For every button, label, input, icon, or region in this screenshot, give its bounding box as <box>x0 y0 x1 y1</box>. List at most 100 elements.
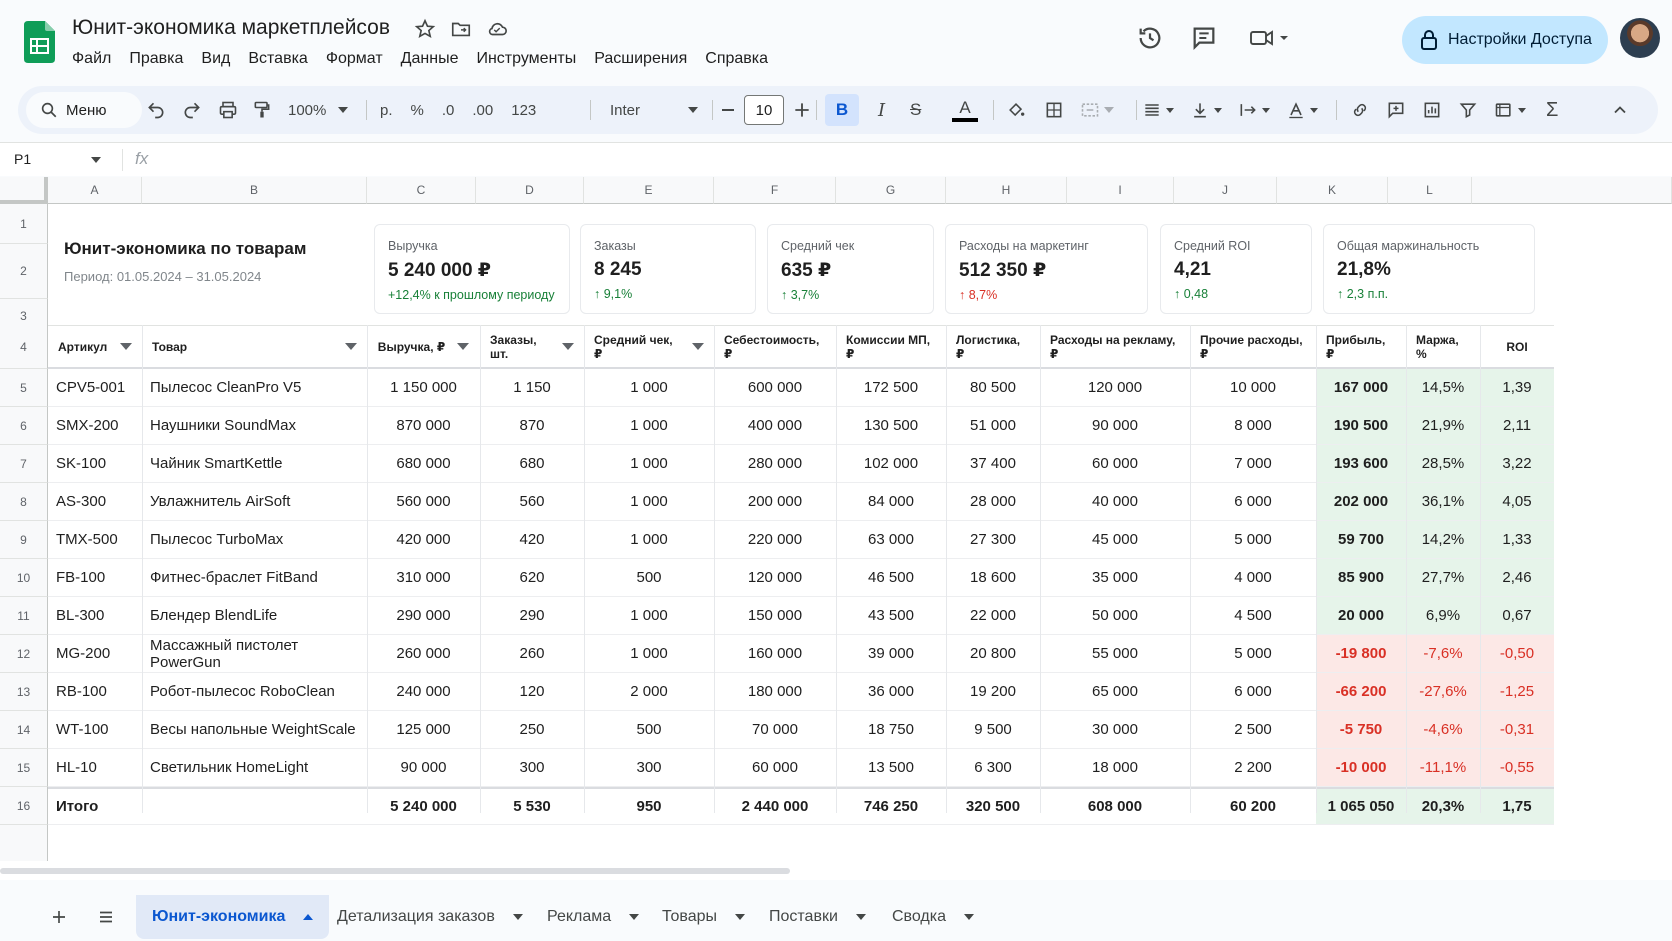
table-cell-col-b[interactable]: Светильник HomeLight <box>142 749 367 787</box>
table-cell-col-c[interactable]: 1 150 000 <box>367 369 480 407</box>
sheet-tab-caret-icon[interactable] <box>629 914 640 920</box>
table-cell-col-e[interactable]: 300 <box>584 749 714 787</box>
table-cell-col-j[interactable]: 10 000 <box>1190 369 1316 407</box>
functions-icon[interactable]: Σ <box>1546 99 1558 122</box>
table-cell-col-i[interactable]: 30 000 <box>1040 711 1190 749</box>
insert-chart-icon[interactable] <box>1422 100 1442 120</box>
document-title[interactable]: Юнит-экономика маркетплейсов <box>72 16 390 40</box>
increase-font-size-button[interactable] <box>792 86 812 134</box>
menu-format[interactable]: Формат <box>317 48 392 70</box>
table-cell-col-c[interactable]: 260 000 <box>367 635 480 673</box>
table-cell-col-g[interactable]: 13 500 <box>836 749 946 787</box>
table-cell-col-f[interactable]: 180 000 <box>714 673 836 711</box>
table-cell-col-l[interactable]: 14,2% <box>1406 521 1480 559</box>
table-header-col-m[interactable]: ROI <box>1480 325 1554 369</box>
table-cell-col-h[interactable]: 80 500 <box>946 369 1040 407</box>
table-cell-col-c[interactable]: 560 000 <box>367 483 480 521</box>
table-cell-col-f[interactable]: 60 000 <box>714 749 836 787</box>
table-cell-col-f[interactable]: 120 000 <box>714 559 836 597</box>
table-header-col-a[interactable]: Артикул <box>48 325 142 369</box>
row-header-11[interactable]: 11 <box>0 597 48 635</box>
table-cell-col-b[interactable]: Чайник SmartKettle <box>142 445 367 483</box>
table-cell-col-g[interactable]: 36 000 <box>836 673 946 711</box>
sheet-tab-1[interactable]: Юнит-экономика <box>136 895 330 939</box>
table-cell-col-d[interactable]: 680 <box>480 445 584 483</box>
sheet-tab-3[interactable]: Реклама <box>531 895 655 939</box>
table-cell-col-c[interactable]: 290 000 <box>367 597 480 635</box>
table-header-col-e[interactable]: Средний чек, ₽ <box>584 325 714 369</box>
table-cell-col-h[interactable]: 51 000 <box>946 407 1040 445</box>
filter-dropdown-icon[interactable] <box>692 343 704 350</box>
total-cell-col-f[interactable]: 2 440 000 <box>714 787 836 825</box>
row-header-8[interactable]: 8 <box>0 483 48 521</box>
table-cell-col-a[interactable]: MG-200 <box>48 635 142 673</box>
collapse-toolbar-icon[interactable] <box>1610 100 1630 120</box>
italic-button[interactable]: I <box>878 86 885 134</box>
text-color-button[interactable]: A <box>952 86 978 134</box>
table-cell-col-f[interactable]: 600 000 <box>714 369 836 407</box>
row-header-16[interactable]: 16 <box>0 787 48 825</box>
table-cell-col-h[interactable]: 18 600 <box>946 559 1040 597</box>
table-cell-col-g[interactable]: 43 500 <box>836 597 946 635</box>
table-cell-col-c[interactable]: 310 000 <box>367 559 480 597</box>
table-cell-col-k[interactable]: 167 000 <box>1316 369 1406 407</box>
table-cell-col-e[interactable]: 500 <box>584 711 714 749</box>
row-header-15[interactable]: 15 <box>0 749 48 787</box>
table-cell-col-c[interactable]: 90 000 <box>367 749 480 787</box>
table-cell-col-l[interactable]: 6,9% <box>1406 597 1480 635</box>
total-cell-col-a[interactable]: Итого <box>48 787 142 825</box>
table-cell-col-l[interactable]: -7,6% <box>1406 635 1480 673</box>
table-header-col-g[interactable]: Комиссии МП, ₽ <box>836 325 946 369</box>
table-cell-col-k[interactable]: 193 600 <box>1316 445 1406 483</box>
table-cell-col-m[interactable]: -1,25 <box>1480 673 1554 711</box>
table-cell-col-i[interactable]: 65 000 <box>1040 673 1190 711</box>
sheet-tab-caret-icon[interactable] <box>303 914 314 920</box>
insert-comment-icon[interactable] <box>1386 100 1406 120</box>
table-cell-col-k[interactable]: -10 000 <box>1316 749 1406 787</box>
row-header-2[interactable]: 2 <box>0 244 48 299</box>
vertical-align-icon[interactable] <box>1190 100 1210 120</box>
menu-help[interactable]: Справка <box>696 48 777 70</box>
sheet-tab-caret-icon[interactable] <box>512 914 523 920</box>
column-header-c[interactable]: C <box>367 177 476 204</box>
column-header-l[interactable]: L <box>1388 177 1472 204</box>
menu-tools[interactable]: Инструменты <box>467 48 585 70</box>
table-cell-col-d[interactable]: 620 <box>480 559 584 597</box>
sheet-tab-2[interactable]: Детализация заказов <box>321 895 539 939</box>
zoom-select[interactable]: 100% <box>288 86 354 134</box>
merge-cells-icon[interactable] <box>1080 100 1100 120</box>
currency-format-button[interactable]: р. <box>380 102 393 119</box>
rotation-caret-icon[interactable] <box>1310 107 1318 113</box>
table-header-col-f[interactable]: Себестоимость, ₽ <box>714 325 836 369</box>
table-header-col-j[interactable]: Прочие расходы, ₽ <box>1190 325 1316 369</box>
table-cell-col-h[interactable]: 19 200 <box>946 673 1040 711</box>
table-cell-col-m[interactable]: -0,31 <box>1480 711 1554 749</box>
total-cell-col-m[interactable]: 1,75 <box>1480 787 1554 825</box>
table-cell-col-l[interactable]: 27,7% <box>1406 559 1480 597</box>
table-cell-col-j[interactable]: 7 000 <box>1190 445 1316 483</box>
font-size-input[interactable]: 10 <box>744 95 784 125</box>
table-cell-col-c[interactable]: 420 000 <box>367 521 480 559</box>
table-cell-col-a[interactable]: FB-100 <box>48 559 142 597</box>
table-cell-col-e[interactable]: 1 000 <box>584 369 714 407</box>
table-cell-col-h[interactable]: 28 000 <box>946 483 1040 521</box>
table-cell-col-m[interactable]: 2,11 <box>1480 407 1554 445</box>
column-header-k[interactable]: K <box>1277 177 1388 204</box>
table-cell-col-f[interactable]: 280 000 <box>714 445 836 483</box>
horizontal-scrollbar[interactable] <box>0 861 1672 880</box>
table-cell-col-a[interactable]: BL-300 <box>48 597 142 635</box>
table-cell-col-c[interactable]: 125 000 <box>367 711 480 749</box>
star-icon[interactable] <box>414 18 436 40</box>
table-cell-col-j[interactable]: 6 000 <box>1190 673 1316 711</box>
table-cell-col-i[interactable]: 18 000 <box>1040 749 1190 787</box>
version-history-icon[interactable] <box>1136 24 1164 52</box>
total-cell-col-g[interactable]: 746 250 <box>836 787 946 825</box>
table-cell-col-j[interactable]: 2 200 <box>1190 749 1316 787</box>
table-cell-col-e[interactable]: 1 000 <box>584 483 714 521</box>
scrollbar-thumb[interactable] <box>0 868 790 874</box>
halign-caret-icon[interactable] <box>1166 107 1174 113</box>
decrease-font-size-button[interactable] <box>722 86 734 134</box>
column-header-b[interactable]: B <box>142 177 367 204</box>
total-cell-col-j[interactable]: 60 200 <box>1190 787 1316 825</box>
row-header-13[interactable]: 13 <box>0 673 48 711</box>
